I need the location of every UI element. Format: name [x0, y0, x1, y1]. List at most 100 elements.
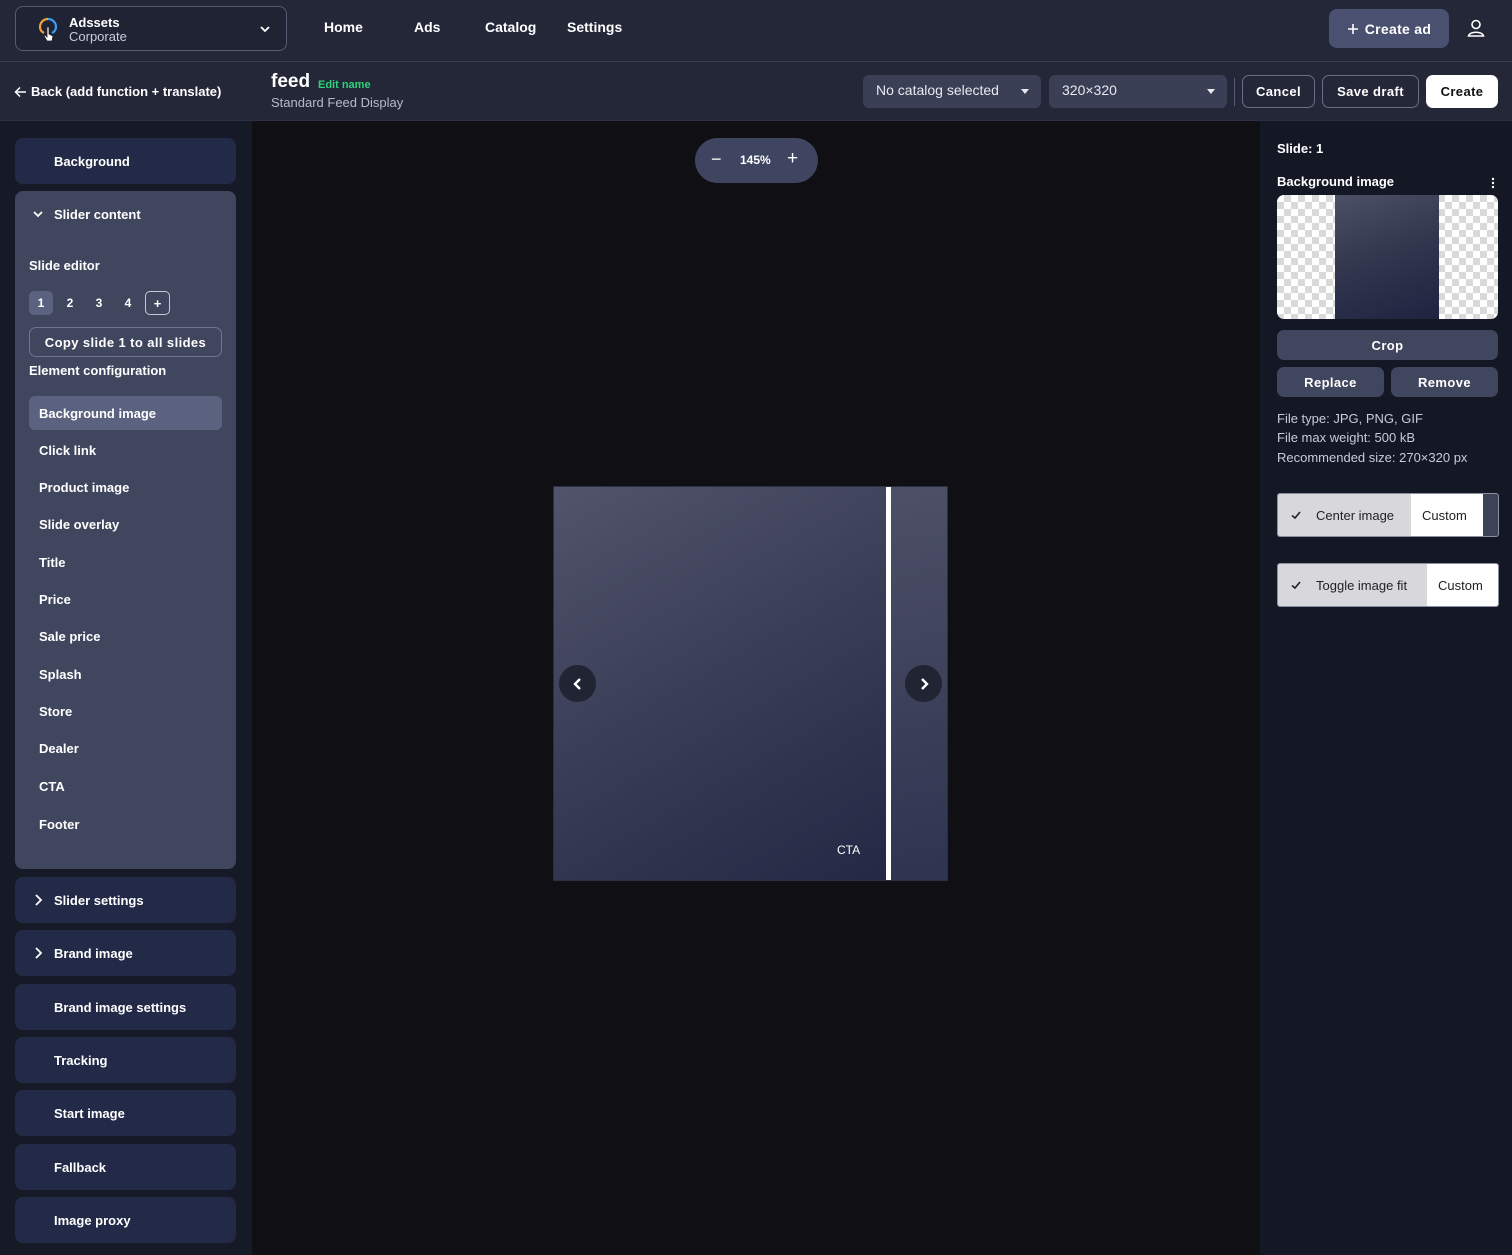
center-image-label: Center image: [1316, 508, 1395, 523]
caret-down-icon: [1021, 89, 1029, 94]
file-weight-info: File max weight: 500 kB: [1277, 430, 1416, 445]
section-label: Brand image: [54, 946, 133, 961]
element-sale-price[interactable]: Sale price: [29, 619, 222, 653]
adssets-logo-icon: [38, 17, 58, 42]
image-fit-custom-option[interactable]: Custom: [1427, 564, 1498, 606]
slider-content-header[interactable]: Slider content: [15, 191, 236, 237]
section-label: Fallback: [54, 1160, 107, 1175]
section-fallback[interactable]: Fallback: [15, 1144, 236, 1190]
org-name: Adssets: [69, 15, 120, 30]
section-slider-settings[interactable]: Slider settings: [15, 877, 236, 923]
element-configuration-heading: Element configuration: [29, 363, 167, 378]
catalog-select-value: No catalog selected: [876, 82, 999, 98]
size-select-value: 320×320: [1062, 82, 1117, 98]
save-draft-button[interactable]: Save draft: [1322, 75, 1419, 108]
section-start-image[interactable]: Start image: [15, 1090, 236, 1136]
org-subtitle: Corporate: [69, 29, 127, 44]
chevron-left-icon: [572, 677, 581, 690]
edit-name-link[interactable]: Edit name: [318, 79, 371, 91]
caret-down-icon: [1207, 89, 1215, 94]
ad-name: feed: [271, 71, 311, 92]
cancel-button[interactable]: Cancel: [1242, 75, 1315, 108]
editor-toolbar: Back (add function + translate) feed Edi…: [0, 62, 1512, 121]
copy-slide-button[interactable]: Copy slide 1 to all slides: [29, 327, 222, 357]
center-image-option[interactable]: Center image: [1278, 494, 1411, 536]
element-cta[interactable]: CTA: [29, 769, 222, 803]
background-image-heading: Background image: [1277, 174, 1395, 189]
replace-button[interactable]: Replace: [1277, 367, 1384, 397]
ad-preview[interactable]: CTA: [553, 486, 948, 881]
section-label: Slider settings: [54, 893, 144, 908]
element-price[interactable]: Price: [29, 582, 222, 616]
nav-home[interactable]: Home: [324, 19, 363, 35]
crop-button[interactable]: Crop: [1277, 330, 1498, 360]
section-background[interactable]: Background: [15, 138, 236, 184]
element-store[interactable]: Store: [29, 694, 222, 728]
nav-ads[interactable]: Ads: [414, 19, 440, 35]
element-slide-overlay[interactable]: Slide overlay: [29, 507, 222, 541]
cta-text: CTA: [837, 843, 861, 857]
slide-tab-1[interactable]: 1: [29, 291, 53, 315]
next-slide-button[interactable]: [905, 665, 942, 702]
back-link[interactable]: Back (add function + translate): [14, 84, 221, 99]
center-image-custom-option[interactable]: Custom: [1411, 494, 1483, 536]
file-type-info: File type: JPG, PNG, GIF: [1277, 411, 1423, 426]
arrow-left-icon: [14, 86, 26, 97]
nav-catalog[interactable]: Catalog: [485, 19, 536, 35]
size-select[interactable]: 320×320: [1049, 75, 1227, 108]
recommended-size-info: Recommended size: 270×320 px: [1277, 450, 1468, 465]
custom-label: Custom: [1422, 508, 1467, 523]
user-account-icon[interactable]: [1466, 18, 1486, 38]
create-ad-label: Create ad: [1364, 20, 1432, 37]
section-image-proxy[interactable]: Image proxy: [15, 1197, 236, 1243]
current-slide: [554, 487, 886, 880]
section-brand-image[interactable]: Brand image: [15, 930, 236, 976]
more-vertical-icon[interactable]: [1488, 176, 1498, 190]
toggle-image-fit-option[interactable]: Toggle image fit: [1278, 564, 1427, 606]
slide-tab-2[interactable]: 2: [58, 291, 82, 315]
toolbar-divider: [1234, 78, 1235, 106]
checkmark-icon: [1291, 581, 1301, 590]
canvas-area: − 145% + CTA: [252, 121, 1260, 1255]
custom-label: Custom: [1438, 578, 1483, 593]
section-label: Image proxy: [54, 1213, 131, 1228]
section-label: Tracking: [54, 1053, 108, 1068]
slide-tab-3[interactable]: 3: [87, 291, 111, 315]
zoom-level: 145%: [740, 153, 771, 167]
back-link-label: Back (add function + translate): [31, 84, 222, 99]
section-label: Brand image settings: [54, 1000, 187, 1015]
plus-icon: [1347, 23, 1358, 34]
organization-switcher[interactable]: Adssets Corporate: [15, 6, 287, 51]
zoom-out-button[interactable]: −: [711, 149, 722, 170]
chevron-down-icon: [33, 211, 43, 218]
slide-tab-4[interactable]: 4: [116, 291, 140, 315]
create-button[interactable]: Create: [1426, 75, 1498, 108]
image-fit-toggle: Toggle image fit Custom: [1277, 563, 1499, 607]
element-click-link[interactable]: Click link: [29, 433, 222, 467]
element-product-image[interactable]: Product image: [29, 470, 222, 504]
slide-editor-heading: Slide editor: [29, 258, 100, 273]
section-brand-image-settings[interactable]: Brand image settings: [15, 984, 236, 1030]
nav-settings[interactable]: Settings: [567, 19, 622, 35]
element-splash[interactable]: Splash: [29, 657, 222, 691]
previous-slide-button[interactable]: [559, 665, 596, 702]
element-dealer[interactable]: Dealer: [29, 731, 222, 765]
element-footer[interactable]: Footer: [29, 807, 222, 841]
ad-type: Standard Feed Display: [271, 95, 404, 110]
add-slide-button[interactable]: +: [145, 291, 170, 315]
zoom-control: − 145% +: [695, 138, 818, 183]
element-background-image[interactable]: Background image: [29, 396, 222, 430]
zoom-in-button[interactable]: +: [787, 148, 798, 170]
create-ad-button[interactable]: Create ad: [1329, 9, 1449, 48]
image-preview: [1335, 195, 1439, 319]
element-title[interactable]: Title: [29, 545, 222, 579]
remove-button[interactable]: Remove: [1391, 367, 1498, 397]
section-label: Start image: [54, 1106, 125, 1121]
chevron-right-icon: [35, 947, 43, 959]
checkmark-icon: [1291, 511, 1301, 520]
catalog-select[interactable]: No catalog selected: [863, 75, 1041, 108]
center-image-toggle: Center image Custom: [1277, 493, 1499, 537]
section-tracking[interactable]: Tracking: [15, 1037, 236, 1083]
section-slider-content: Slider content Slide editor 1 2 3 4 + Co…: [15, 191, 236, 869]
slide-indicator: Slide: 1: [1277, 141, 1324, 156]
